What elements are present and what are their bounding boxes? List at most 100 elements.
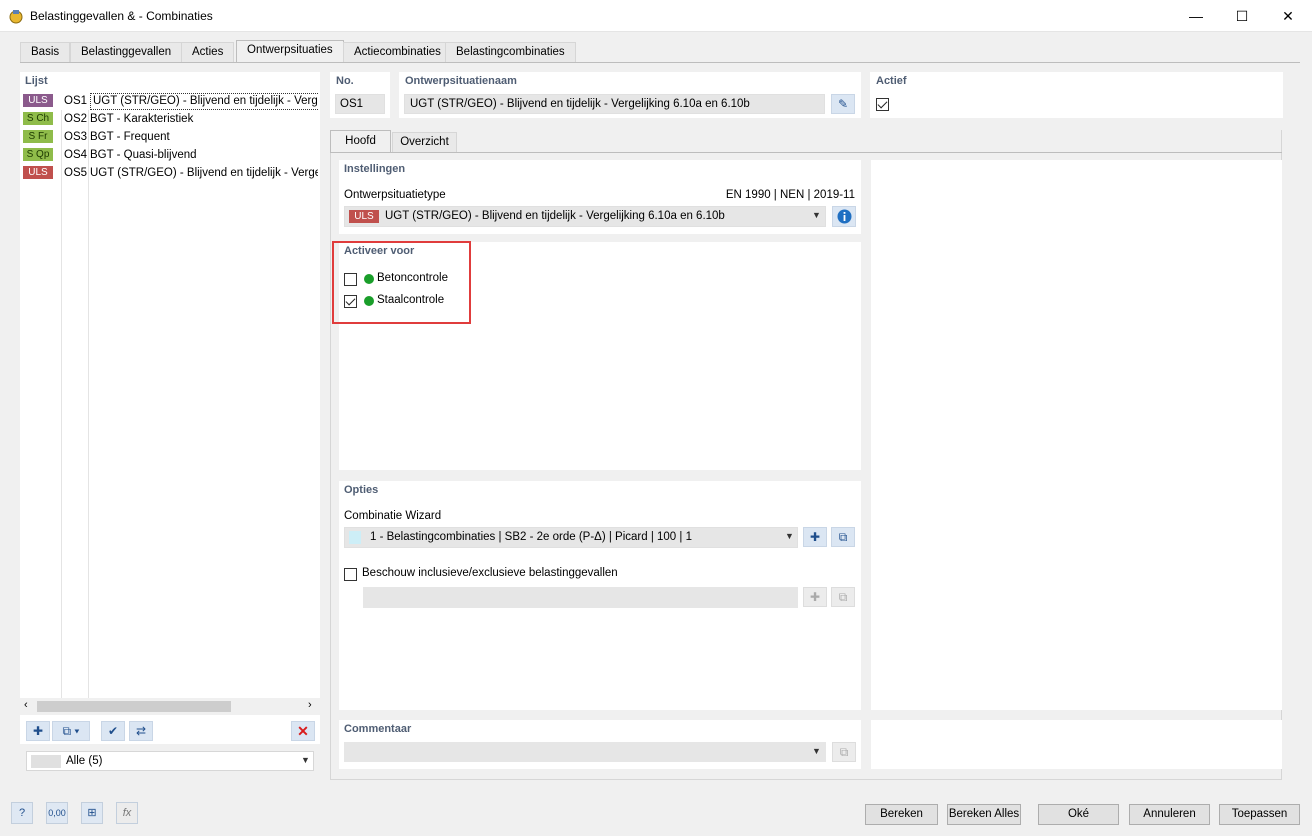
options-header: Opties [344,484,379,496]
column-divider [61,92,62,706]
column-divider [88,92,89,706]
window-title: Belastinggevallen & - Combinaties [30,9,213,23]
scroll-left-icon[interactable]: ‹ [24,699,28,711]
check-all-icon[interactable]: ✔ [101,721,125,741]
help-icon[interactable]: ? [11,802,33,824]
chevron-down-icon: ▼ [812,210,821,220]
item-id: OS5 [64,167,88,179]
scrollbar-thumb[interactable] [37,701,231,712]
calculate-all-button[interactable]: Bereken Alles [947,804,1021,825]
item-name: UGT (STR/GEO) - Blijvend en tijdelijk - … [90,167,318,179]
list: ULS OS1 UGT (STR/GEO) - Blijvend en tijd… [20,92,320,706]
type-label: Ontwerpsituatietype [344,189,446,201]
wizard-select[interactable]: 1 - Belastingcombinaties | SB2 - 2e orde… [344,527,798,548]
formula-icon[interactable]: fx [116,802,138,824]
close-button[interactable]: ✕ [1265,0,1311,32]
filter-color-swatch [31,755,61,768]
standard-label: EN 1990 | NEN | 2019-11 [725,189,855,201]
list-item[interactable]: S Fr OS3 BGT - Frequent [20,128,318,146]
apply-button[interactable]: Toepassen [1219,804,1300,825]
name-label: Ontwerpsituatienaam [405,75,517,87]
info-icon [837,209,852,224]
list-item[interactable]: S Ch OS2 BGT - Karakteristiek [20,110,318,128]
subtab-overzicht[interactable]: Overzicht [392,132,457,152]
uls-badge: ULS [349,210,379,223]
minimize-button[interactable]: — [1173,0,1219,32]
right-panel [871,160,1282,710]
uls-badge: ULS [23,166,53,179]
edit-name-icon[interactable]: ✎ [831,94,855,114]
item-id: OS1 [64,95,88,107]
uls-badge: ULS [23,94,53,107]
copy-dropdown-icon[interactable]: ⧉ ▾ [52,721,90,741]
name-panel: Ontwerpsituatienaam UGT (STR/GEO) - Blij… [399,72,861,118]
item-name: BGT - Frequent [90,131,170,143]
sch-badge: S Ch [23,112,53,125]
wizard-value: 1 - Belastingcombinaties | SB2 - 2e orde… [370,531,692,543]
settings-panel: Instellingen Ontwerpsituatietype EN 1990… [339,160,861,234]
item-id: OS2 [64,113,88,125]
ok-button[interactable]: Oké [1038,804,1119,825]
item-name: UGT (STR/GEO) - Blijvend en tijdelijk - … [90,93,318,110]
comment-input[interactable] [344,742,826,762]
new-inclusive-icon: ✚ [803,587,827,607]
type-select[interactable]: ULS UGT (STR/GEO) - Blijvend en tijdelij… [344,206,826,227]
units-icon[interactable]: 0,00 [46,802,68,824]
list-item[interactable]: S Qp OS4 BGT - Quasi-blijvend [20,146,318,164]
active-label: Actief [876,75,907,87]
wizard-color-swatch [349,531,361,544]
number-panel: No. OS1 [330,72,390,118]
list-item[interactable]: ULS OS5 UGT (STR/GEO) - Blijvend en tijd… [20,164,318,182]
tab-actiecombinaties[interactable]: Actiecombinaties [343,42,452,62]
title-bar: Belastinggevallen & - Combinaties — ☐ ✕ [0,0,1312,32]
comment-panel: Commentaar ▼ ⧉ [339,720,861,769]
subtab-hoofd[interactable]: Hoofd [330,130,391,153]
number-field[interactable]: OS1 [335,94,385,114]
tab-belastinggevallen[interactable]: Belastinggevallen [70,42,183,62]
new-item-icon[interactable]: ✚ [26,721,50,741]
tab-ontwerpsituaties[interactable]: Ontwerpsituaties [236,40,344,63]
subtab-line [330,152,1282,153]
list-item[interactable]: ULS OS1 UGT (STR/GEO) - Blijvend en tijd… [20,92,318,110]
comment-right-panel [871,720,1282,769]
new-wizard-icon[interactable]: ✚ [803,527,827,547]
filter-select[interactable]: Alle (5) ▼ [26,751,314,771]
active-panel: Actief [870,72,1283,118]
renumber-icon[interactable]: ⇄ [129,721,153,741]
highlight-box [332,241,471,324]
edit-inclusive-icon: ⧉ [831,587,855,607]
tab-belastingcombinaties[interactable]: Belastingcombinaties [445,42,576,62]
chevron-down-icon: ▼ [785,531,794,541]
calculate-button[interactable]: Bereken [865,804,938,825]
tab-acties[interactable]: Acties [181,42,235,62]
delete-icon[interactable]: ✕ [291,721,315,741]
item-id: OS4 [64,149,88,161]
sfr-badge: S Fr [23,130,53,143]
options-panel: Opties Combinatie Wizard 1 - Belastingco… [339,481,861,710]
inclusive-label: Beschouw inclusieve/exclusieve belasting… [362,567,618,579]
wizard-label: Combinatie Wizard [344,510,442,522]
inclusive-select [363,587,798,608]
cancel-button[interactable]: Annuleren [1129,804,1210,825]
item-name: BGT - Karakteristiek [90,113,194,125]
model-icon[interactable]: ⊞ [81,802,103,824]
list-header: Lijst [25,75,48,87]
settings-header: Instellingen [344,163,406,175]
name-field[interactable]: UGT (STR/GEO) - Blijvend en tijdelijk - … [404,94,825,114]
comment-header: Commentaar [344,723,412,735]
chevron-down-icon: ▼ [301,755,310,765]
edit-wizard-icon[interactable]: ⧉ [831,527,855,547]
scroll-right-icon[interactable]: › [308,699,312,711]
info-button[interactable] [832,206,856,227]
active-checkbox[interactable] [876,98,889,111]
inclusive-checkbox[interactable] [344,568,357,581]
sqp-badge: S Qp [23,148,53,161]
maximize-button[interactable]: ☐ [1219,0,1265,32]
comment-copy-icon[interactable]: ⧉ [832,742,856,762]
app-icon [8,8,24,24]
horizontal-scrollbar[interactable]: ‹ › [20,698,320,715]
tab-basis[interactable]: Basis [20,42,71,62]
list-panel: Lijst ULS OS1 UGT (STR/GEO) - Blijvend e… [20,72,320,744]
filter-value: Alle (5) [66,755,103,767]
chevron-down-icon: ▼ [812,746,821,756]
